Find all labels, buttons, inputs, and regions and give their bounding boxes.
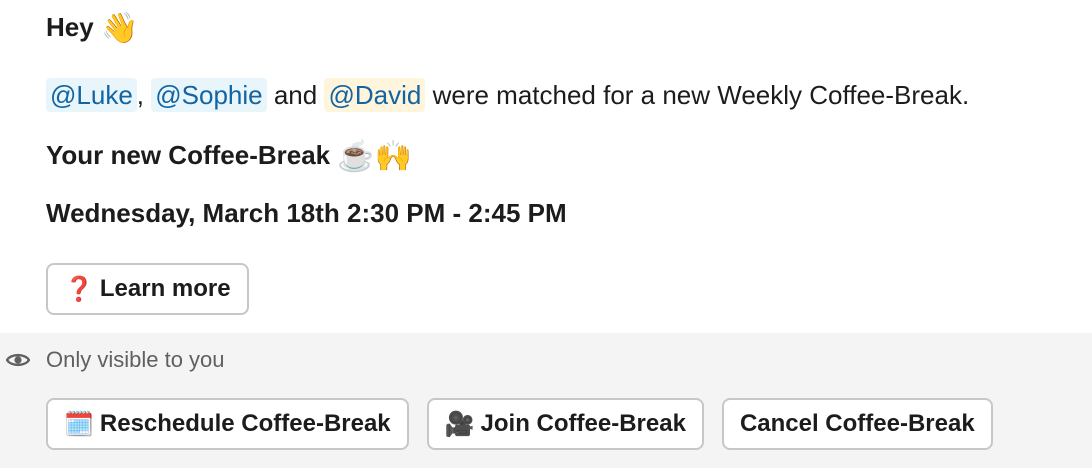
- join-button[interactable]: 🎥 Join Coffee-Break: [426, 398, 704, 450]
- cancel-button[interactable]: Cancel Coffee-Break: [721, 398, 993, 450]
- learn-more-label: Learn more: [99, 275, 231, 302]
- reschedule-button[interactable]: 🗓️ Reschedule Coffee-Break: [46, 398, 409, 450]
- join-label: Join Coffee-Break: [480, 410, 686, 437]
- action-buttons: 🗓️ Reschedule Coffee-Break 🎥 Join Coffee…: [46, 398, 993, 450]
- comma-separator: ,: [136, 80, 145, 110]
- eye-icon: [6, 353, 30, 367]
- new-break-label: Your new Coffee-Break: [46, 140, 331, 170]
- greeting-line: Hey 👋: [46, 12, 138, 44]
- raised-hands-icon: 🙌: [374, 140, 413, 174]
- ephemeral-section: Only visible to you 🗓️ Reschedule Coffee…: [0, 333, 1092, 468]
- datetime-line: Wednesday, March 18th 2:30 PM - 2:45 PM: [46, 198, 567, 228]
- matched-text: were matched for a new Weekly Coffee-Bre…: [432, 80, 970, 110]
- and-separator: and: [273, 80, 318, 110]
- cancel-label: Cancel Coffee-Break: [739, 410, 975, 437]
- mention-luke[interactable]: @Luke: [46, 78, 137, 112]
- match-line: @Luke, @Sophie and @David were matched f…: [46, 78, 970, 112]
- mention-sophie[interactable]: @Sophie: [151, 78, 267, 112]
- mention-david[interactable]: @David: [324, 78, 426, 112]
- calendar-icon: 🗓️: [64, 410, 94, 438]
- learn-more-button[interactable]: ❓ Learn more: [46, 263, 249, 315]
- question-mark-icon: ❓: [64, 275, 94, 303]
- video-camera-icon: 🎥: [444, 410, 475, 438]
- visibility-text: Only visible to you: [46, 347, 225, 372]
- coffee-icon: ☕: [337, 140, 375, 174]
- greeting-text: Hey: [46, 12, 94, 42]
- visibility-row: Only visible to you: [6, 347, 225, 373]
- new-break-line: Your new Coffee-Break ☕🙌: [46, 140, 412, 172]
- waving-hand-icon: 👋: [100, 12, 139, 46]
- reschedule-label: Reschedule Coffee-Break: [99, 410, 391, 437]
